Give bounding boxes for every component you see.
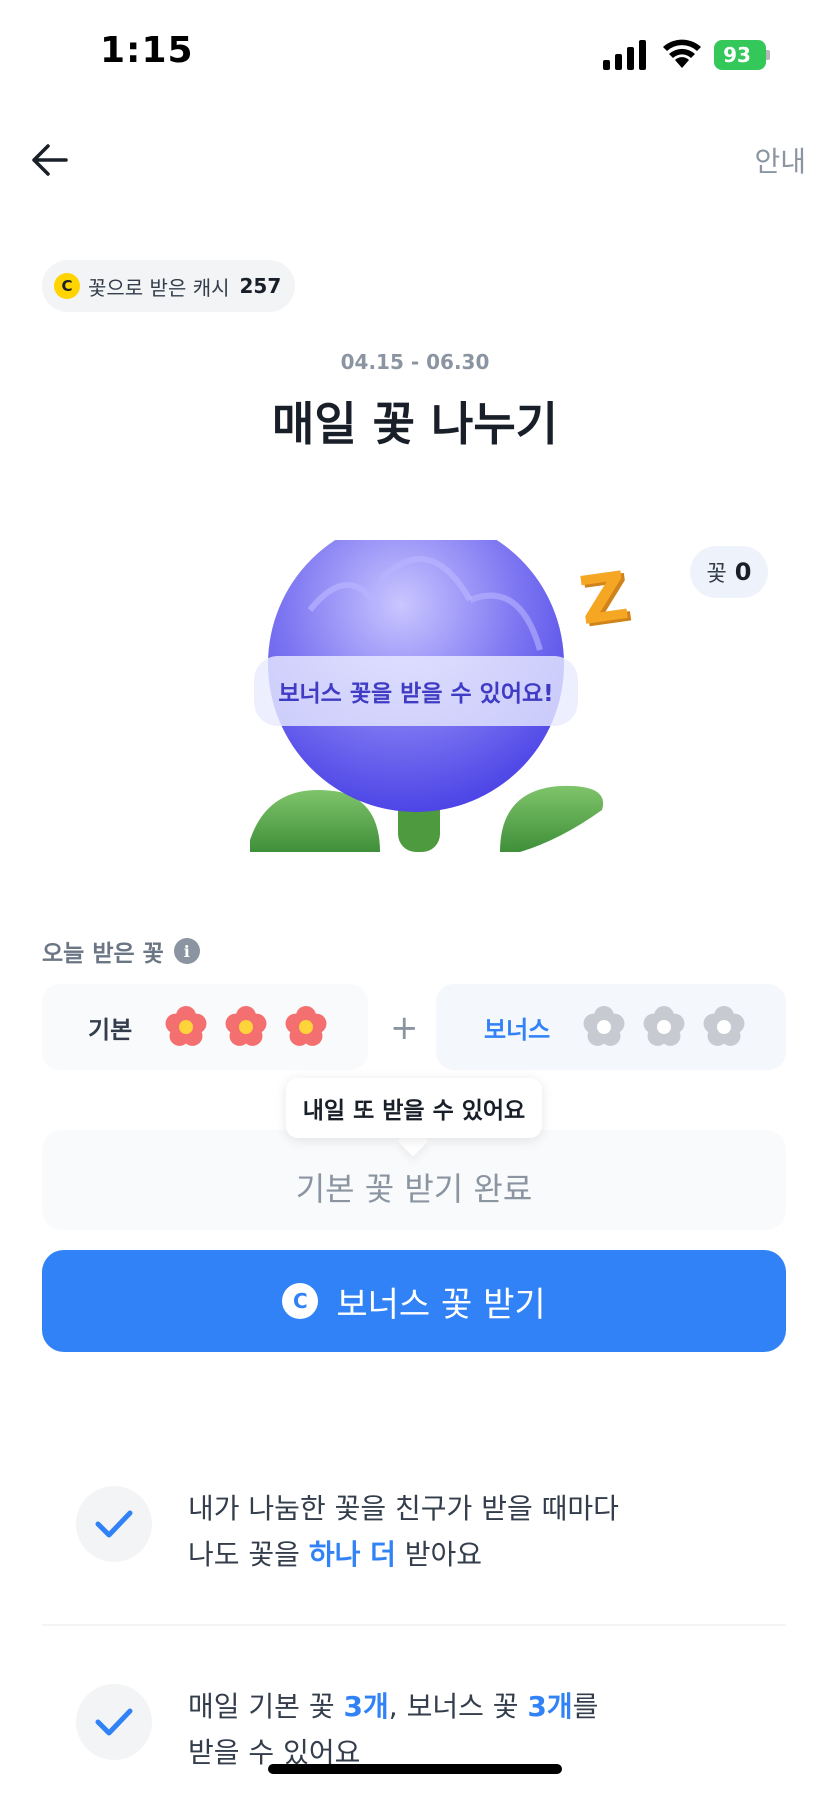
bonus-button-label: 보너스 꽃 받기 <box>336 1284 546 1325</box>
basic-flowers-box: 기본 <box>42 984 368 1070</box>
flower-empty-icon <box>703 1006 745 1046</box>
benefit-text: 매일 기본 꽃 3개, 보너스 꽃 3개를 받을 수 있어요 <box>188 1684 598 1776</box>
wifi-icon <box>663 39 701 68</box>
bonus-flowers-title: 보너스 <box>484 1015 551 1044</box>
page-title: 매일 꽃 나누기 <box>272 397 558 451</box>
flower-count-value: 0 <box>734 558 752 586</box>
tomorrow-tooltip: 내일 또 받을 수 있어요 <box>286 1078 542 1138</box>
coin-icon: C <box>54 273 80 299</box>
benefit-line: 매일 기본 꽃 3개, 보너스 꽃 3개를 <box>188 1684 598 1730</box>
benefit-highlight: 3개 <box>527 1690 573 1723</box>
today-flowers-label: 오늘 받은 꽃 i <box>42 934 200 968</box>
back-arrow-icon[interactable] <box>28 138 72 182</box>
benefit-text: 내가 나눔한 꽃을 친구가 받을 때마다 나도 꽃을 하나 더 받아요 <box>188 1486 619 1578</box>
check-icon <box>76 1684 152 1760</box>
event-period: 04.15 - 06.30 <box>340 350 490 374</box>
plus-sign: + <box>390 1008 419 1048</box>
benefit-highlight: 하나 더 <box>308 1538 396 1571</box>
today-flowers-text: 오늘 받은 꽃 <box>42 941 164 967</box>
cash-value: 257 <box>239 274 282 298</box>
benefit-text-part: 를 <box>572 1690 599 1723</box>
benefit-text-part: 나도 꽃을 <box>188 1538 309 1571</box>
bonus-flower-row <box>582 1005 746 1049</box>
sleep-z-icon: Z <box>574 557 633 640</box>
bonus-flowers-box: 보너스 <box>436 984 786 1070</box>
benefit-text-part: , 보너스 꽃 <box>388 1690 528 1723</box>
flower-received-icon <box>285 1006 327 1046</box>
benefit-highlight: 3개 <box>343 1690 389 1723</box>
cellular-signal-icon <box>603 40 646 70</box>
battery-level: 93 <box>723 43 751 67</box>
cash-chip[interactable]: C 꽃으로 받은 캐시 257 <box>42 260 296 312</box>
status-time: 1:15 <box>100 30 194 71</box>
benefit-item: 내가 나눔한 꽃을 친구가 받을 때마다 나도 꽃을 하나 더 받아요 <box>76 1486 776 1578</box>
flower-empty-icon <box>583 1006 625 1046</box>
home-indicator <box>268 1764 562 1774</box>
flower-empty-icon <box>643 1006 685 1046</box>
basic-flower-row <box>164 1005 328 1049</box>
flower-received-icon <box>225 1006 267 1046</box>
status-bar: 1:15 93 <box>0 0 830 110</box>
flower-count-chip: 꽃 0 <box>690 546 768 598</box>
basic-flowers-title: 기본 <box>88 1015 133 1044</box>
coin-icon: C <box>282 1283 319 1319</box>
benefit-text-part: 받아요 <box>395 1538 483 1571</box>
get-bonus-flower-button[interactable]: C 보너스 꽃 받기 <box>42 1250 786 1352</box>
battery-icon: 93 <box>714 40 770 70</box>
check-icon <box>76 1486 152 1562</box>
bonus-available-bubble: 보너스 꽃을 받을 수 있어요! <box>254 656 578 726</box>
benefit-line: 나도 꽃을 하나 더 받아요 <box>188 1532 619 1578</box>
benefit-text-part: 매일 기본 꽃 <box>188 1690 344 1723</box>
benefit-line: 내가 나눔한 꽃을 친구가 받을 때마다 <box>188 1492 619 1525</box>
divider <box>42 1624 786 1626</box>
info-icon[interactable]: i <box>173 938 200 964</box>
flower-received-icon <box>165 1006 207 1046</box>
cash-label: 꽃으로 받은 캐시 <box>88 275 230 300</box>
flower-count-label: 꽃 <box>706 562 727 587</box>
benefit-item: 매일 기본 꽃 3개, 보너스 꽃 3개를 받을 수 있어요 <box>76 1684 776 1776</box>
guide-link[interactable]: 안내 <box>754 140 806 180</box>
